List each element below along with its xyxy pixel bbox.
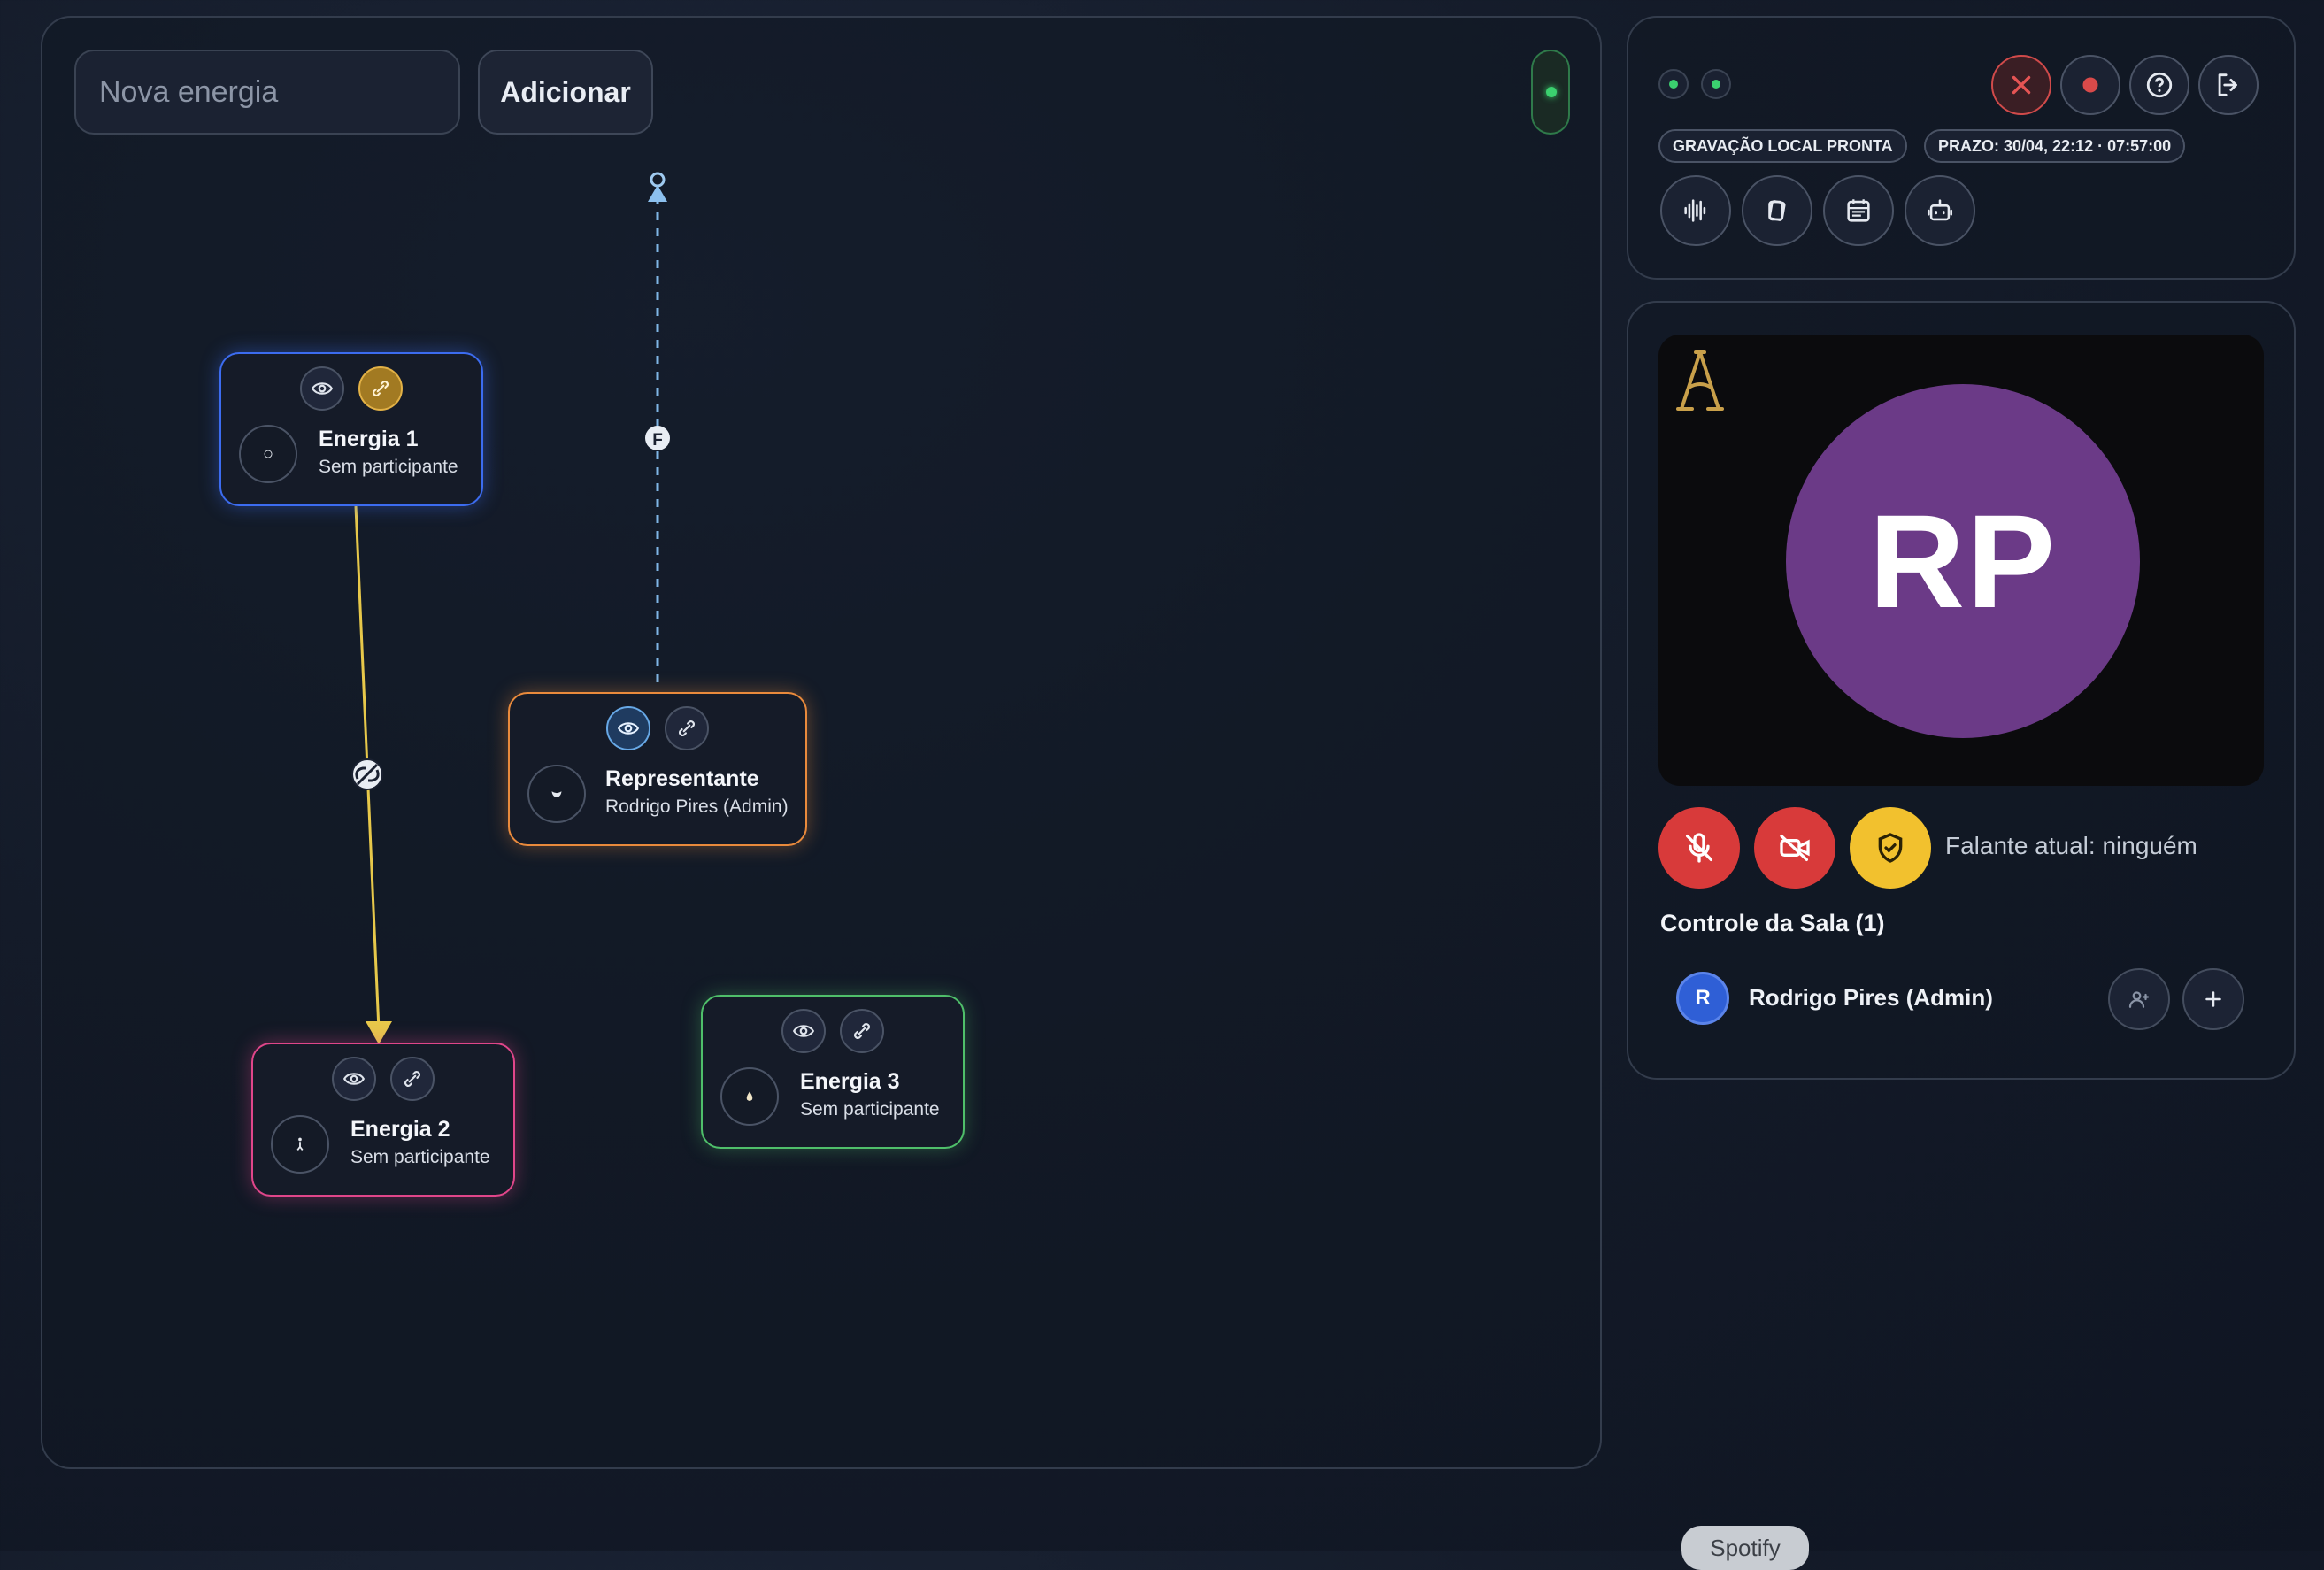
figure-icon <box>271 1115 329 1174</box>
node-title: Energia 3 <box>800 1069 900 1094</box>
calendar-icon[interactable] <box>1823 175 1894 246</box>
call-panel: RP Falante atual: ninguém Controle da Sa… <box>1627 301 2296 1080</box>
video-tile: RP <box>1658 335 2264 786</box>
robot-icon[interactable] <box>1905 175 1975 246</box>
mic-off-icon[interactable] <box>1658 807 1740 889</box>
recording-badge: GRAVAÇÃO LOCAL PRONTA <box>1658 129 1907 163</box>
svg-text:F: F <box>652 431 663 450</box>
participant-name: Rodrigo Pires (Admin) <box>1749 984 1993 1011</box>
close-icon[interactable] <box>1991 55 2051 115</box>
edge-source-marker <box>648 172 667 202</box>
representative-node[interactable]: Representante Rodrigo Pires (Admin) <box>508 692 807 846</box>
link-icon[interactable] <box>840 1009 884 1053</box>
camera-off-icon[interactable] <box>1754 807 1835 889</box>
circle-icon: ○ <box>239 425 297 483</box>
node-title: Energia 1 <box>319 427 419 451</box>
unlink-icon <box>351 758 383 790</box>
audio-wave-icon[interactable] <box>1660 175 1731 246</box>
energy-node-2[interactable]: Energia 2 Sem participante <box>251 1043 515 1197</box>
node-title: Representante <box>605 766 759 791</box>
link-icon[interactable] <box>390 1057 435 1101</box>
spotify-tab[interactable]: Spotify <box>1681 1526 1809 1570</box>
link-icon[interactable] <box>358 366 403 411</box>
status-dot <box>1658 69 1689 99</box>
link-arrowhead <box>366 1021 392 1044</box>
room-control-title: Controle da Sala (1) <box>1660 910 1885 936</box>
energy-node-3[interactable]: Energia 3 Sem participante <box>701 995 965 1149</box>
session-status-panel: GRAVAÇÃO LOCAL PRONTA PRAZO: 30/04, 22:1… <box>1627 16 2296 280</box>
edges-layer: F <box>351 172 670 1044</box>
drop-icon <box>720 1067 779 1126</box>
energy-node-1[interactable]: ○ Energia 1 Sem participante <box>219 352 483 506</box>
deadline-badge: PRAZO: 30/04, 22:12 · 07:57:00 <box>1924 129 2186 163</box>
eye-icon[interactable] <box>332 1057 376 1101</box>
flow-marker: F <box>645 426 670 450</box>
node-subtitle: Sem participante <box>319 457 458 477</box>
brand-logo <box>1676 350 1724 411</box>
current-speaker: Falante atual: ninguém <box>1945 832 2197 859</box>
node-subtitle: Sem participante <box>800 1099 940 1120</box>
cards-icon[interactable] <box>1742 175 1812 246</box>
avatar: R <box>1676 972 1729 1025</box>
node-title: Energia 2 <box>350 1117 450 1142</box>
eye-icon[interactable] <box>606 706 650 750</box>
eye-icon[interactable] <box>781 1009 826 1053</box>
mask-icon <box>527 765 586 823</box>
record-icon[interactable] <box>2060 55 2120 115</box>
plus-icon[interactable] <box>2182 968 2244 1030</box>
node-subtitle: Rodrigo Pires (Admin) <box>605 797 789 817</box>
add-user-icon[interactable] <box>2108 968 2170 1030</box>
eye-icon[interactable] <box>300 366 344 411</box>
participant-avatar: RP <box>1786 384 2140 738</box>
logout-icon[interactable] <box>2198 55 2259 115</box>
help-icon[interactable] <box>2129 55 2189 115</box>
node-subtitle: Sem participante <box>350 1147 490 1167</box>
status-dot <box>1701 69 1731 99</box>
energy-canvas[interactable]: Adicionar F ○ En <box>41 16 1602 1469</box>
link-icon[interactable] <box>665 706 709 750</box>
shield-icon[interactable] <box>1850 807 1931 889</box>
